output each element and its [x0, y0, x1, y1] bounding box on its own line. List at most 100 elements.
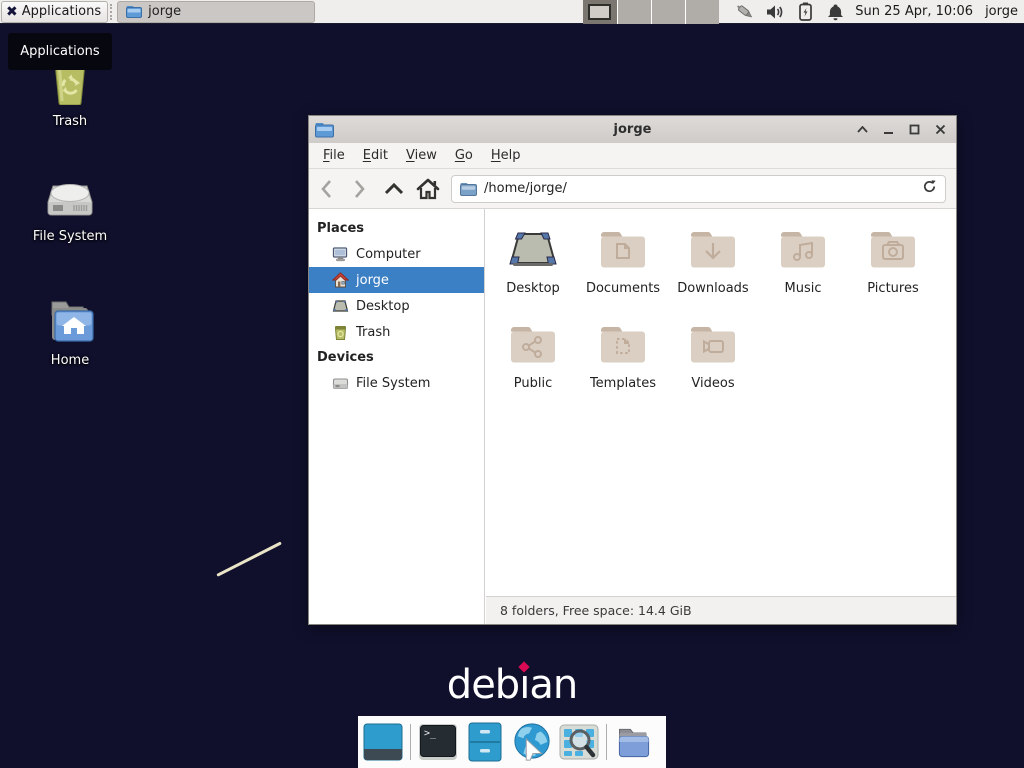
pen-tool-icon[interactable] [735, 2, 755, 22]
stray-line-artifact [216, 541, 282, 576]
sidebar-item-jorge[interactable]: jorge [309, 267, 484, 293]
panel-username: jorge [985, 4, 1018, 19]
desktop-folder-icon [505, 225, 561, 273]
notifications-icon[interactable] [825, 2, 845, 22]
desktop: ✖ Applications jorge [0, 0, 1024, 768]
pictures-folder-icon [867, 225, 919, 273]
menu-help[interactable]: Help [483, 145, 529, 166]
file-item-label: Downloads [668, 281, 758, 296]
terminal-icon[interactable]: >_ [418, 722, 458, 762]
panel-clock[interactable]: Sun 25 Apr, 10:06 [855, 4, 973, 19]
reload-button[interactable] [922, 179, 937, 198]
workspace-switcher [583, 0, 721, 24]
minimize-button[interactable] [880, 122, 896, 138]
hard-drive-icon [332, 375, 349, 392]
close-button[interactable] [932, 122, 948, 138]
workspace-1[interactable] [583, 0, 617, 24]
directory-menu-icon[interactable] [614, 722, 654, 762]
sidebar: Places Computer [309, 209, 485, 624]
xfce-logo-icon: ✖ [6, 5, 18, 19]
applications-menu-label: Applications [22, 4, 101, 19]
desktop-icon-label: Home [22, 353, 118, 368]
taskbar-window-label: jorge [148, 4, 181, 19]
file-item-public[interactable]: Public [488, 320, 578, 415]
file-item-desktop[interactable]: Desktop [488, 225, 578, 320]
app-finder-icon[interactable] [559, 722, 599, 762]
sidebar-item-computer[interactable]: Computer [309, 241, 484, 267]
documents-folder-icon [597, 225, 649, 273]
debian-logo-i: ı [519, 662, 529, 708]
web-browser-icon[interactable] [512, 722, 552, 762]
applications-menu-button[interactable]: ✖ Applications [1, 1, 108, 23]
workspace-4[interactable] [685, 0, 719, 24]
home-button[interactable] [411, 174, 445, 204]
menubar: File Edit View Go Help [309, 143, 956, 169]
statusbar-text: 8 folders, Free space: 14.4 GiB [500, 603, 692, 618]
downloads-folder-icon [687, 225, 739, 273]
menu-go[interactable]: Go [447, 145, 481, 166]
file-item-pictures[interactable]: Pictures [848, 225, 938, 320]
file-item-templates[interactable]: Templates [578, 320, 668, 415]
show-desktop-icon[interactable] [363, 722, 403, 762]
videos-folder-icon [687, 320, 739, 368]
sidebar-item-label: File System [356, 376, 430, 391]
templates-folder-icon [597, 320, 649, 368]
shade-button[interactable] [854, 122, 870, 138]
path-folder-icon [460, 182, 477, 196]
hard-drive-icon [45, 174, 95, 220]
maximize-button[interactable] [906, 122, 922, 138]
file-item-label: Templates [578, 376, 668, 391]
path-text[interactable]: /home/jorge/ [484, 181, 915, 196]
file-item-label: Public [488, 376, 578, 391]
sidebar-item-file-system[interactable]: File System [309, 370, 484, 396]
sidebar-item-label: jorge [356, 273, 389, 288]
file-item-label: Pictures [848, 281, 938, 296]
path-bar[interactable]: /home/jorge/ [451, 175, 946, 203]
file-item-music[interactable]: Music [758, 225, 848, 320]
toolbar: /home/jorge/ [309, 169, 956, 209]
workspace-2[interactable] [617, 0, 651, 24]
desktop-icon-home[interactable]: Home [22, 298, 118, 368]
back-button[interactable] [309, 174, 343, 204]
file-manager-icon[interactable] [465, 722, 505, 762]
statusbar: 8 folders, Free space: 14.4 GiB [486, 596, 956, 624]
top-panel: ✖ Applications jorge [0, 0, 1024, 24]
desktop-icon-file-system[interactable]: File System [22, 174, 118, 244]
menu-edit[interactable]: Edit [355, 145, 396, 166]
taskbar-window-button[interactable]: jorge [117, 1, 315, 23]
sidebar-item-trash[interactable]: Trash [309, 319, 484, 345]
battery-icon[interactable] [795, 2, 815, 22]
home-folder-icon [44, 298, 96, 344]
debian-wallpaper-logo: debıan [0, 662, 1024, 708]
file-item-downloads[interactable]: Downloads [668, 225, 758, 320]
file-item-label: Desktop [488, 281, 578, 296]
public-folder-icon [507, 320, 559, 368]
sidebar-header-devices: Devices [309, 345, 484, 370]
forward-button[interactable] [343, 174, 377, 204]
file-grid: Desktop Documents [486, 209, 956, 596]
dock-separator [606, 724, 607, 760]
dock-separator [410, 724, 411, 760]
file-item-label: Music [758, 281, 848, 296]
menu-file[interactable]: File [315, 145, 353, 166]
system-tray [735, 2, 845, 22]
menu-view[interactable]: View [398, 145, 445, 166]
sidebar-item-label: Desktop [356, 299, 410, 314]
panel-handle [110, 4, 115, 20]
music-folder-icon [777, 225, 829, 273]
sidebar-item-desktop[interactable]: Desktop [309, 293, 484, 319]
workspace-3[interactable] [651, 0, 685, 24]
file-manager-window: jorge File Edit View Go Help [308, 115, 957, 625]
desktop-icon-label: File System [22, 229, 118, 244]
up-button[interactable] [377, 174, 411, 204]
file-item-documents[interactable]: Documents [578, 225, 668, 320]
sidebar-item-label: Computer [356, 247, 421, 262]
window-body: Places Computer [309, 209, 956, 624]
home-icon [332, 272, 349, 289]
desktop-icon-label: Trash [22, 114, 118, 129]
sidebar-header-places: Places [309, 216, 484, 241]
file-item-videos[interactable]: Videos [668, 320, 758, 415]
window-titlebar[interactable]: jorge [309, 116, 956, 143]
file-item-label: Documents [578, 281, 668, 296]
volume-icon[interactable] [765, 2, 785, 22]
